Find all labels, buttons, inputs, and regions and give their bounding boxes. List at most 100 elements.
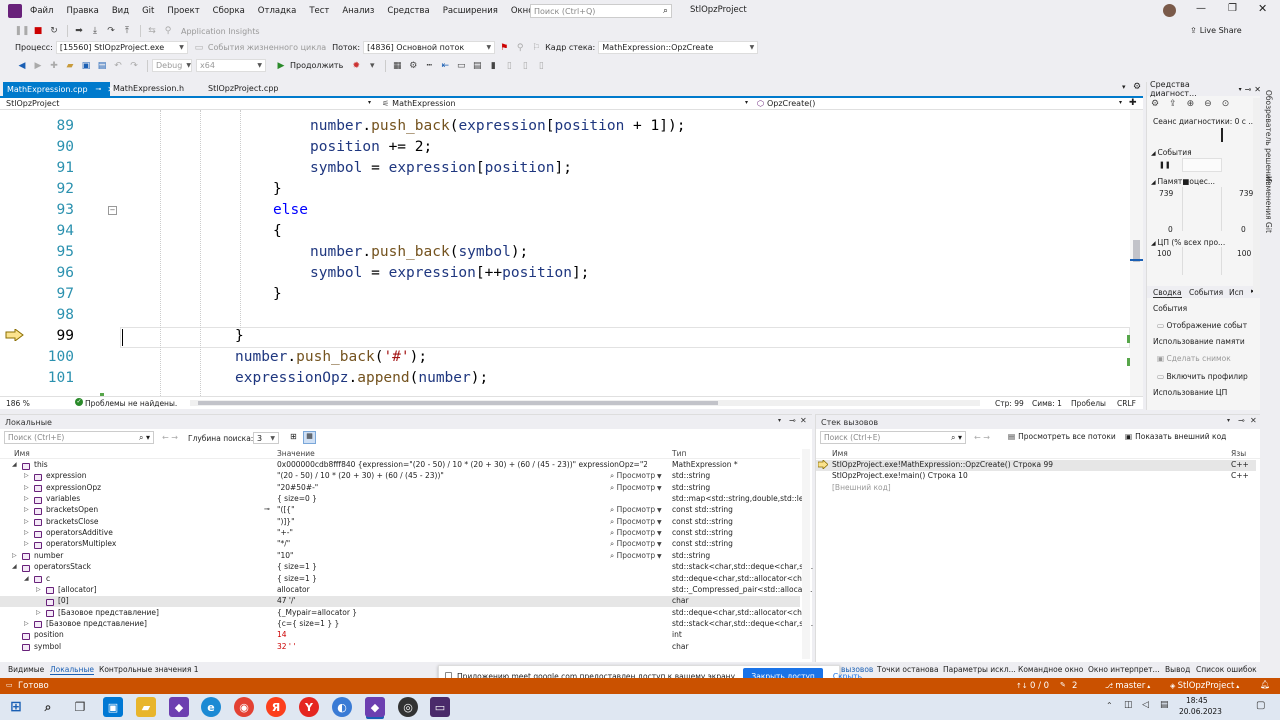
issues-status[interactable]: Проблемы не найдены. — [85, 399, 177, 408]
local-value[interactable]: ")]}" — [277, 517, 295, 526]
menu-item[interactable]: Отладка — [258, 6, 297, 16]
menu-item[interactable]: Анализ — [342, 6, 374, 16]
open-folder-icon[interactable]: ▰ — [63, 59, 77, 73]
locals-row[interactable]: ▷ [allocator] allocator std::_Compressed_pa… — [0, 585, 812, 596]
back-icon[interactable]: ◀ — [15, 59, 29, 73]
zoom-in-icon[interactable]: ⊕ — [1187, 99, 1195, 109]
locals-search-input[interactable]: Поиск (Ctrl+E) ⌕ ▾ — [4, 431, 154, 444]
collapse-icon[interactable]: ◢ — [12, 563, 17, 570]
local-value[interactable]: "+-" — [277, 528, 293, 537]
zoom-out-icon[interactable]: ⊖ — [1204, 99, 1212, 109]
local-value[interactable]: "([{" — [277, 505, 295, 514]
expand-icon[interactable]: ▷ — [24, 518, 29, 525]
locals-scrollbar[interactable] — [802, 449, 810, 659]
visual-studio-active-icon[interactable]: ◆ — [365, 697, 385, 717]
process-dropdown[interactable]: [15560] StlOpzProject.exe ▼ — [55, 41, 188, 54]
local-value[interactable]: "(20 - 50) / 10 * (20 + 30) + (60 / (45 … — [277, 471, 444, 480]
local-value[interactable]: { size=0 } — [277, 494, 317, 503]
bookmark-prev-icon[interactable]: ▯ — [502, 59, 516, 73]
menu-item[interactable]: Тест — [309, 6, 329, 16]
save-all-icon[interactable]: ▤ — [95, 59, 109, 73]
notifications-icon[interactable]: 🔔︎ — [1260, 680, 1270, 689]
stop-icon[interactable]: ■ — [31, 24, 45, 38]
menu-item[interactable]: Проект — [167, 6, 199, 16]
split-icon[interactable]: ✚ — [1129, 98, 1137, 108]
view-threads-button[interactable]: ▤ Просмотреть все потоки — [1008, 432, 1116, 441]
code-editor[interactable]: 89 number.push_back(expression[position +… — [0, 110, 1130, 396]
gear-icon[interactable]: ⚙ — [1151, 99, 1159, 109]
code-line[interactable]: 89 number.push_back(expression[position +… — [0, 116, 1130, 137]
search-box[interactable]: Поиск (Ctrl+Q) ⌕ — [530, 4, 672, 18]
menu-item[interactable]: Средства — [387, 6, 429, 16]
volume-icon[interactable]: ◁ — [1142, 700, 1149, 710]
notification-center-icon[interactable]: ▢ — [1256, 700, 1265, 711]
yandex-icon[interactable]: Я — [266, 697, 286, 717]
code-line[interactable]: 98 — [0, 305, 1130, 326]
locals-row[interactable]: ▷ expressionOpz "20#50#-" ⌕ Просмотр ▼ std::… — [0, 483, 800, 494]
filter-icon[interactable]: ⚲ — [513, 41, 527, 55]
column-indicator[interactable]: Симв: 1 — [1032, 399, 1062, 408]
save-icon[interactable]: ▣ — [79, 59, 93, 73]
restart-icon[interactable]: ↻ — [47, 24, 61, 38]
show-next-icon[interactable]: ➡ — [72, 24, 86, 38]
line-indicator[interactable]: Стр: 99 — [995, 399, 1024, 408]
local-value[interactable]: "20#50#-" — [277, 483, 318, 492]
whitespace-indicator[interactable]: Пробелы — [1071, 399, 1106, 408]
view-visualizer-button[interactable]: ⌕ Просмотр ▼ — [610, 505, 662, 515]
settings-icon[interactable]: ⚙ — [1133, 82, 1141, 92]
pencil-icon[interactable]: ✎ — [1060, 681, 1066, 689]
tab-error-list[interactable]: Список ошибок — [1196, 665, 1257, 674]
col-name[interactable]: Имя — [832, 449, 848, 458]
tab-git-changes[interactable]: Изменения Git — [1264, 176, 1273, 233]
expand-icon[interactable]: ▷ — [36, 586, 41, 593]
pin-icon[interactable]: ⊸ — [264, 505, 270, 513]
depth-dropdown[interactable]: 3 ▼ — [253, 432, 279, 444]
file-explorer-icon[interactable]: ▰ — [136, 697, 156, 717]
close-icon[interactable]: ✕ — [800, 416, 807, 425]
tab-mathexpression-h[interactable]: MathExpression.h — [113, 84, 184, 93]
menu-item[interactable]: Сборка — [213, 6, 245, 16]
step-out-icon[interactable]: ⤒ — [120, 24, 134, 38]
local-value[interactable]: { size=1 } — [277, 574, 317, 583]
locals-row[interactable]: ▷ bracketsOpen "([{" ⌕ Просмотр ▼ const std:… — [0, 505, 800, 516]
expand-icon[interactable]: ▷ — [24, 529, 29, 536]
tab-summary[interactable]: Сводка — [1153, 288, 1182, 298]
expand-icon[interactable]: ▷ — [24, 484, 29, 491]
nav-arrows-icon[interactable]: ← → — [162, 433, 178, 442]
tab-mathexpression-cpp[interactable]: MathExpression.cpp ⊸ ✕ — [3, 82, 114, 96]
menu-item[interactable]: Правка — [66, 6, 98, 16]
local-value[interactable]: { size=1 } — [277, 562, 317, 571]
language-icon[interactable]: ▤ — [1160, 700, 1169, 710]
forward-icon[interactable]: ▶ — [31, 59, 45, 73]
tab-solution-explorer[interactable]: Обозреватель решений — [1264, 90, 1273, 184]
local-value[interactable]: allocator — [277, 585, 310, 594]
hex-toggle-icon[interactable]: ▦ — [303, 431, 316, 444]
tab-command-window[interactable]: Командное окно — [1018, 665, 1083, 674]
hex-icon[interactable]: ⇆ — [145, 24, 159, 38]
live-share-button[interactable]: ⇪ Live Share — [1190, 26, 1242, 35]
view-visualizer-button[interactable]: ⌕ Просмотр ▼ — [610, 483, 662, 493]
bookmark-icon[interactable]: ▮ — [486, 59, 500, 73]
menu-item[interactable]: Git — [142, 6, 154, 16]
locals-row[interactable]: ▷ operatorsMultiplex "*/" ⌕ Просмотр ▼ const… — [0, 539, 800, 550]
minimize-icon[interactable]: — — [1196, 3, 1206, 14]
code-line[interactable]: 96 symbol = expression[++position]; — [0, 263, 1130, 284]
close-icon[interactable]: ✕ — [1250, 416, 1257, 425]
windows-start-icon[interactable]: ⊞ — [6, 697, 26, 717]
thread-dropdown[interactable]: [4836] Основной поток ▼ — [363, 41, 496, 54]
tab-exception-settings[interactable]: Параметры искл... — [943, 665, 1016, 674]
view-icon[interactable]: ▤ — [470, 59, 484, 73]
clock-date[interactable]: 20.06.2023 — [1179, 707, 1222, 716]
menu-item[interactable]: Файл — [30, 6, 53, 16]
menu-item[interactable]: Расширения — [443, 6, 498, 16]
step-back-icon[interactable]: ⇤ — [438, 59, 452, 73]
ruler-icon[interactable]: ┅ — [422, 59, 436, 73]
locals-row[interactable]: symbol 32 ' ' char — [0, 642, 800, 653]
nav-arrows-icon[interactable]: ← → — [974, 433, 990, 442]
tab-overflow-icon[interactable]: ▾ — [1122, 83, 1126, 91]
cpu-section[interactable]: ◢ ЦП (% всех про... — [1151, 238, 1225, 247]
view-visualizer-button[interactable]: ⌕ Просмотр ▼ — [610, 471, 662, 481]
view-visualizer-button[interactable]: ⌕ Просмотр ▼ — [610, 528, 662, 538]
local-value[interactable]: 0x000000cdb8fff840 {expression="(20 - 50… — [277, 460, 647, 469]
threads-icon[interactable]: ⚲ — [161, 24, 175, 38]
